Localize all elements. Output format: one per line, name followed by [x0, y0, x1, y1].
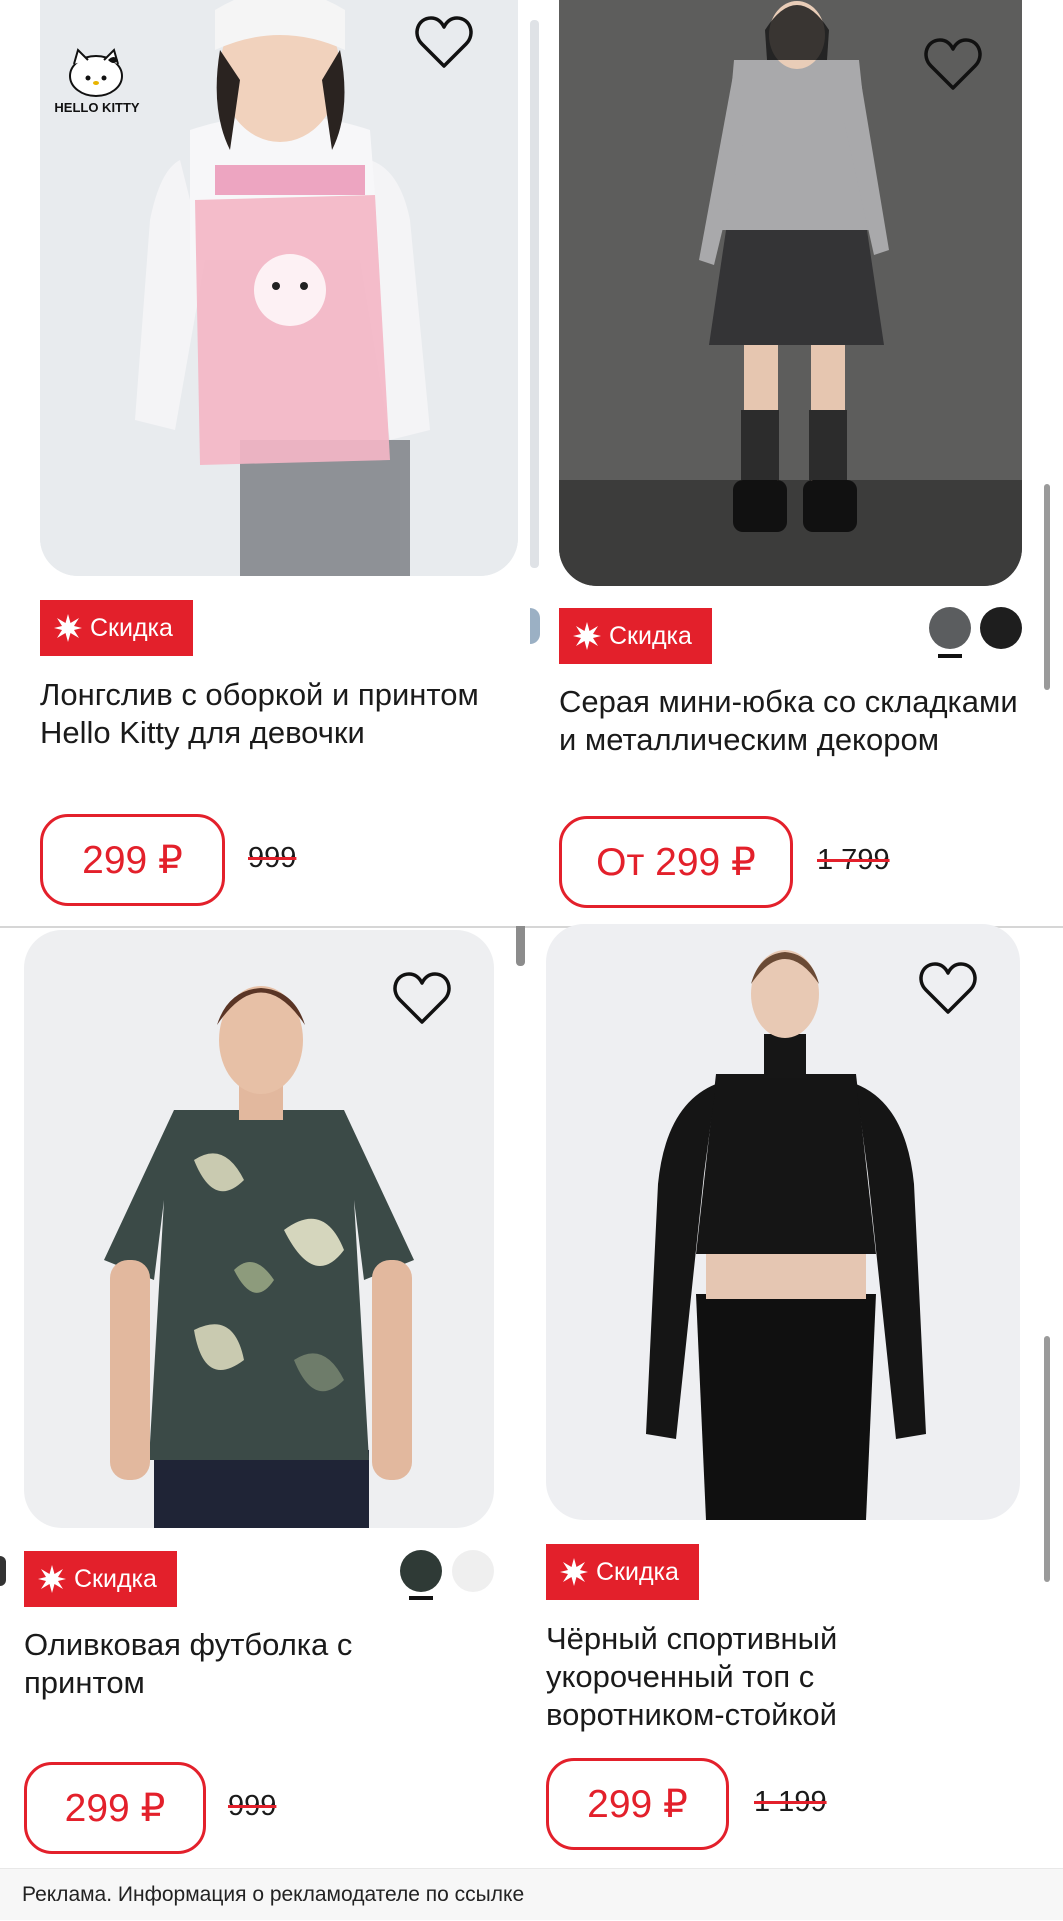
favorite-icon[interactable] — [918, 960, 978, 1016]
burst-star-icon — [54, 614, 82, 642]
selected-swatch-indicator — [409, 1596, 433, 1600]
price-value: От 299 ₽ — [596, 840, 756, 884]
product-title[interactable]: Серая мини-юбка со складками и металличе… — [559, 683, 1019, 759]
favorite-icon[interactable] — [392, 970, 452, 1026]
price-button[interactable]: От 299 ₽ — [559, 816, 793, 908]
old-price: 1 799 — [817, 844, 890, 876]
burst-star-icon — [38, 1565, 66, 1593]
favorite-icon[interactable] — [414, 14, 474, 70]
burst-star-icon — [573, 622, 601, 650]
old-price: 999 — [248, 842, 297, 874]
burst-star-icon — [560, 1558, 588, 1586]
discount-badge: Скидка — [546, 1544, 699, 1600]
badge-label: Скидка — [596, 1557, 679, 1586]
price-value: 299 ₽ — [82, 838, 183, 882]
carousel-edge-dot — [530, 608, 540, 644]
color-swatch-black[interactable] — [980, 607, 1022, 649]
discount-badge: Скидка — [559, 608, 712, 664]
selected-swatch-indicator — [938, 654, 962, 658]
carousel-edge — [530, 20, 539, 568]
product-card-4[interactable]: Скидка Чёрный спортивный укороченный топ… — [530, 924, 1063, 1868]
badge-label: Скидка — [90, 613, 173, 642]
product-title[interactable]: Чёрный спортивный укороченный топ с воро… — [546, 1620, 966, 1734]
color-swatch-white[interactable] — [452, 1550, 494, 1592]
price-value: 299 ₽ — [587, 1782, 688, 1826]
price-value: 299 ₽ — [64, 1786, 166, 1830]
product-title[interactable]: Оливковая футболка с принтом — [24, 1626, 424, 1702]
discount-badge: Скидка — [24, 1551, 177, 1607]
price-button[interactable]: 299 ₽ — [40, 814, 225, 906]
price-button[interactable]: 299 ₽ — [24, 1762, 206, 1854]
color-swatch-olive[interactable] — [400, 1550, 442, 1592]
product-card-3[interactable]: Скидка Оливковая футболка с принтом 299 … — [0, 930, 525, 1868]
hello-kitty-logo: HELLO KITTY — [44, 48, 150, 118]
product-title[interactable]: Лонгслив с оборкой и принтом Hello Kitty… — [40, 676, 480, 752]
discount-badge: Скидка — [40, 600, 193, 656]
product-card-2[interactable]: Скидка Серая мини-юбка со складками и ме… — [540, 0, 1063, 930]
brand-logo-text: HELLO KITTY — [54, 100, 140, 115]
badge-label: Скидка — [74, 1564, 157, 1593]
favorite-icon[interactable] — [923, 36, 983, 92]
carousel-edge-dot — [0, 1556, 6, 1586]
product-card-1[interactable]: HELLO KITTY Скидка Лонгслив с оборкой и … — [0, 0, 530, 930]
ad-notice[interactable]: Реклама. Информация о рекламодателе по с… — [0, 1868, 1063, 1920]
badge-label: Скидка — [609, 621, 692, 650]
scrollbar[interactable] — [1044, 484, 1050, 690]
old-price: 1 199 — [754, 1786, 827, 1818]
scrollbar[interactable] — [1044, 1336, 1050, 1582]
price-button[interactable]: 299 ₽ — [546, 1758, 729, 1850]
old-price: 999 — [228, 1790, 277, 1822]
color-swatch-grey[interactable] — [929, 607, 971, 649]
